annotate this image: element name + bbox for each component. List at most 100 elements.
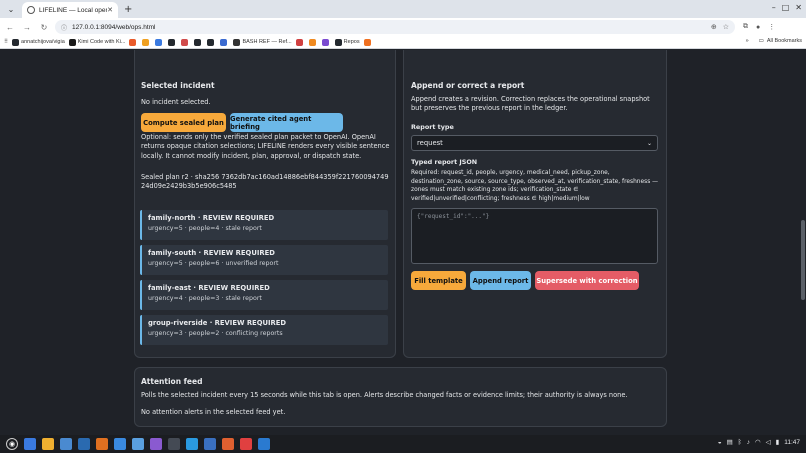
extensions-icon[interactable]: ⧉ — [743, 23, 748, 31]
report-type-value[interactable]: request — [417, 139, 647, 147]
bookmark-label[interactable]: Kimi Code with Ki... — [78, 39, 126, 45]
append-report-button[interactable]: Append report — [470, 271, 531, 290]
taskbar-app-icon[interactable] — [42, 438, 54, 450]
family-card[interactable]: family-north · REVIEW REQUIRED urgency=5… — [140, 210, 388, 240]
bookmark-favicon-icon — [142, 38, 150, 46]
bookmark-favicon-icon — [129, 38, 137, 46]
battery-icon[interactable]: ▮ — [776, 438, 780, 446]
family-title: family-east · REVIEW REQUIRED — [148, 284, 270, 292]
family-card[interactable]: group-riverside · REVIEW REQUIRED urgenc… — [140, 315, 388, 345]
taskbar-app-icon[interactable] — [132, 438, 144, 450]
ops-page: Selected incident No incident selected. … — [0, 50, 806, 435]
bookmark-item[interactable] — [321, 38, 331, 46]
site-info-icon[interactable]: ⓘ — [61, 23, 67, 32]
menu-icon[interactable]: ⋮ — [768, 23, 775, 31]
taskbar-app-icon[interactable] — [168, 438, 180, 450]
compute-sealed-plan-button[interactable]: Compute sealed plan — [141, 113, 226, 132]
report-json-label: Typed report JSON — [411, 158, 478, 166]
bookmark-item[interactable] — [207, 38, 216, 46]
bookmark-favicon-icon — [308, 38, 316, 46]
family-card[interactable]: family-east · REVIEW REQUIRED urgency=4 … — [140, 280, 388, 310]
music-icon[interactable]: ♪ — [747, 439, 750, 446]
bookmark-item[interactable] — [194, 38, 203, 46]
address-bar[interactable]: ⓘ 127.0.0.1:8094/web/ops.html ⊕ ☆ — [55, 20, 735, 34]
taskbar-app-icon[interactable] — [258, 438, 270, 450]
family-title: family-south · REVIEW REQUIRED — [148, 249, 275, 257]
taskbar-app-icon[interactable] — [60, 438, 72, 450]
bookmark-favicon-icon — [295, 38, 303, 46]
browser-tab-strip: ⌄ LIFELINE — Local operations ✕ + – □ ✕ — [0, 0, 806, 18]
all-bookmarks[interactable]: » ▭ All Bookmarks — [741, 38, 802, 44]
family-title: family-north · REVIEW REQUIRED — [148, 214, 275, 222]
bookmark-favicon-icon — [334, 38, 342, 46]
bookmark-item[interactable] — [308, 38, 318, 46]
wifi-icon[interactable]: ◠ — [755, 438, 761, 446]
taskbar-app-icon[interactable] — [222, 438, 234, 450]
bookmark-item[interactable]: annatchijova/vigia — [12, 38, 65, 46]
family-card[interactable]: family-south · REVIEW REQUIRED urgency=5… — [140, 245, 388, 275]
bookmark-item[interactable]: BASH REF — Ref... — [233, 38, 292, 46]
bookmark-favicon-icon — [207, 38, 215, 46]
taskbar-app-icon[interactable] — [150, 438, 162, 450]
network-icon[interactable]: ◒ — [718, 439, 722, 446]
taskbar-app-icon[interactable] — [78, 438, 90, 450]
taskbar-app-icon[interactable] — [186, 438, 198, 450]
taskbar-app-icon[interactable] — [24, 438, 36, 450]
url-text[interactable]: 127.0.0.1:8094/web/ops.html — [72, 24, 705, 31]
bookmark-item[interactable]: Repos — [334, 38, 360, 46]
bookmark-label[interactable]: BASH REF — Ref... — [242, 39, 291, 45]
taskbar-app-icon[interactable] — [204, 438, 216, 450]
bookmark-star-icon[interactable]: ☆ — [723, 23, 729, 31]
bookmarks-bar: ⠿ annatchijova/vigia Kimi Code with Ki...… — [0, 36, 806, 49]
incident-status: No incident selected. — [141, 98, 211, 106]
family-detail: urgency=5 · people=6 · unverified report — [148, 260, 279, 267]
chevron-down-icon: ⌄ — [646, 139, 652, 147]
bookmark-favicon-icon — [220, 38, 228, 46]
clock[interactable]: 11:47 — [784, 439, 800, 446]
family-detail: urgency=3 · people=2 · conflicting repor… — [148, 330, 283, 337]
bluetooth-icon[interactable]: ᛒ — [738, 439, 742, 446]
close-tab-icon[interactable]: ✕ — [107, 6, 113, 14]
bookmark-item[interactable] — [155, 38, 164, 46]
zoom-icon[interactable]: ⊕ — [711, 23, 717, 31]
bookmark-label[interactable]: Repos — [344, 39, 360, 45]
reload-icon[interactable]: ↻ — [37, 23, 51, 32]
back-icon[interactable]: ← — [3, 23, 17, 32]
report-type-select[interactable]: request ⌄ — [411, 135, 658, 151]
new-tab-button[interactable]: + — [124, 4, 132, 15]
supersede-button[interactable]: Supersede with correction — [535, 271, 639, 290]
browser-tab[interactable]: LIFELINE — Local operations ✕ — [22, 2, 118, 18]
taskbar-app-icon[interactable] — [114, 438, 126, 450]
bookmark-favicon-icon — [194, 38, 202, 46]
chevron-right-icon[interactable]: » — [746, 38, 749, 44]
bookmark-item[interactable] — [129, 38, 138, 46]
taskbar-app-icon[interactable] — [96, 438, 108, 450]
attention-title: Attention feed — [141, 377, 203, 386]
report-json-input[interactable]: {"request_id":"..."} — [411, 208, 658, 264]
minimize-icon[interactable]: – — [772, 3, 776, 12]
fill-template-button[interactable]: Fill template — [411, 271, 466, 290]
bookmark-label[interactable]: annatchijova/vigia — [21, 39, 65, 45]
all-bookmarks-label[interactable]: All Bookmarks — [767, 38, 802, 44]
bookmark-item[interactable] — [295, 38, 305, 46]
bookmark-item[interactable] — [168, 38, 177, 46]
profile-icon[interactable]: ● — [756, 24, 760, 31]
page-scrollbar[interactable] — [800, 50, 806, 435]
generate-briefing-button[interactable]: Generate cited agent briefing — [230, 113, 343, 132]
start-menu-icon[interactable]: ◉ — [6, 438, 18, 450]
scrollbar-thumb[interactable] — [801, 220, 805, 300]
clipboard-icon[interactable]: ▤ — [727, 438, 733, 446]
tab-search-icon[interactable]: ⌄ — [4, 2, 18, 16]
bookmark-item[interactable]: Kimi Code with Ki... — [68, 38, 126, 46]
bookmark-item[interactable] — [142, 38, 151, 46]
forward-icon[interactable]: → — [20, 23, 34, 32]
report-description: Append creates a revision. Correction re… — [411, 95, 650, 113]
taskbar-app-icon[interactable] — [240, 438, 252, 450]
bookmark-item[interactable] — [220, 38, 229, 46]
os-taskbar: ◉ ◒ ▤ ᛒ ♪ ◠ ◁ ▮ 11:47 — [0, 435, 806, 453]
bookmark-item[interactable] — [363, 38, 373, 46]
bookmark-item[interactable] — [181, 38, 190, 46]
volume-icon[interactable]: ◁ — [766, 438, 771, 446]
close-window-icon[interactable]: ✕ — [795, 3, 802, 12]
maximize-icon[interactable]: □ — [782, 3, 790, 12]
